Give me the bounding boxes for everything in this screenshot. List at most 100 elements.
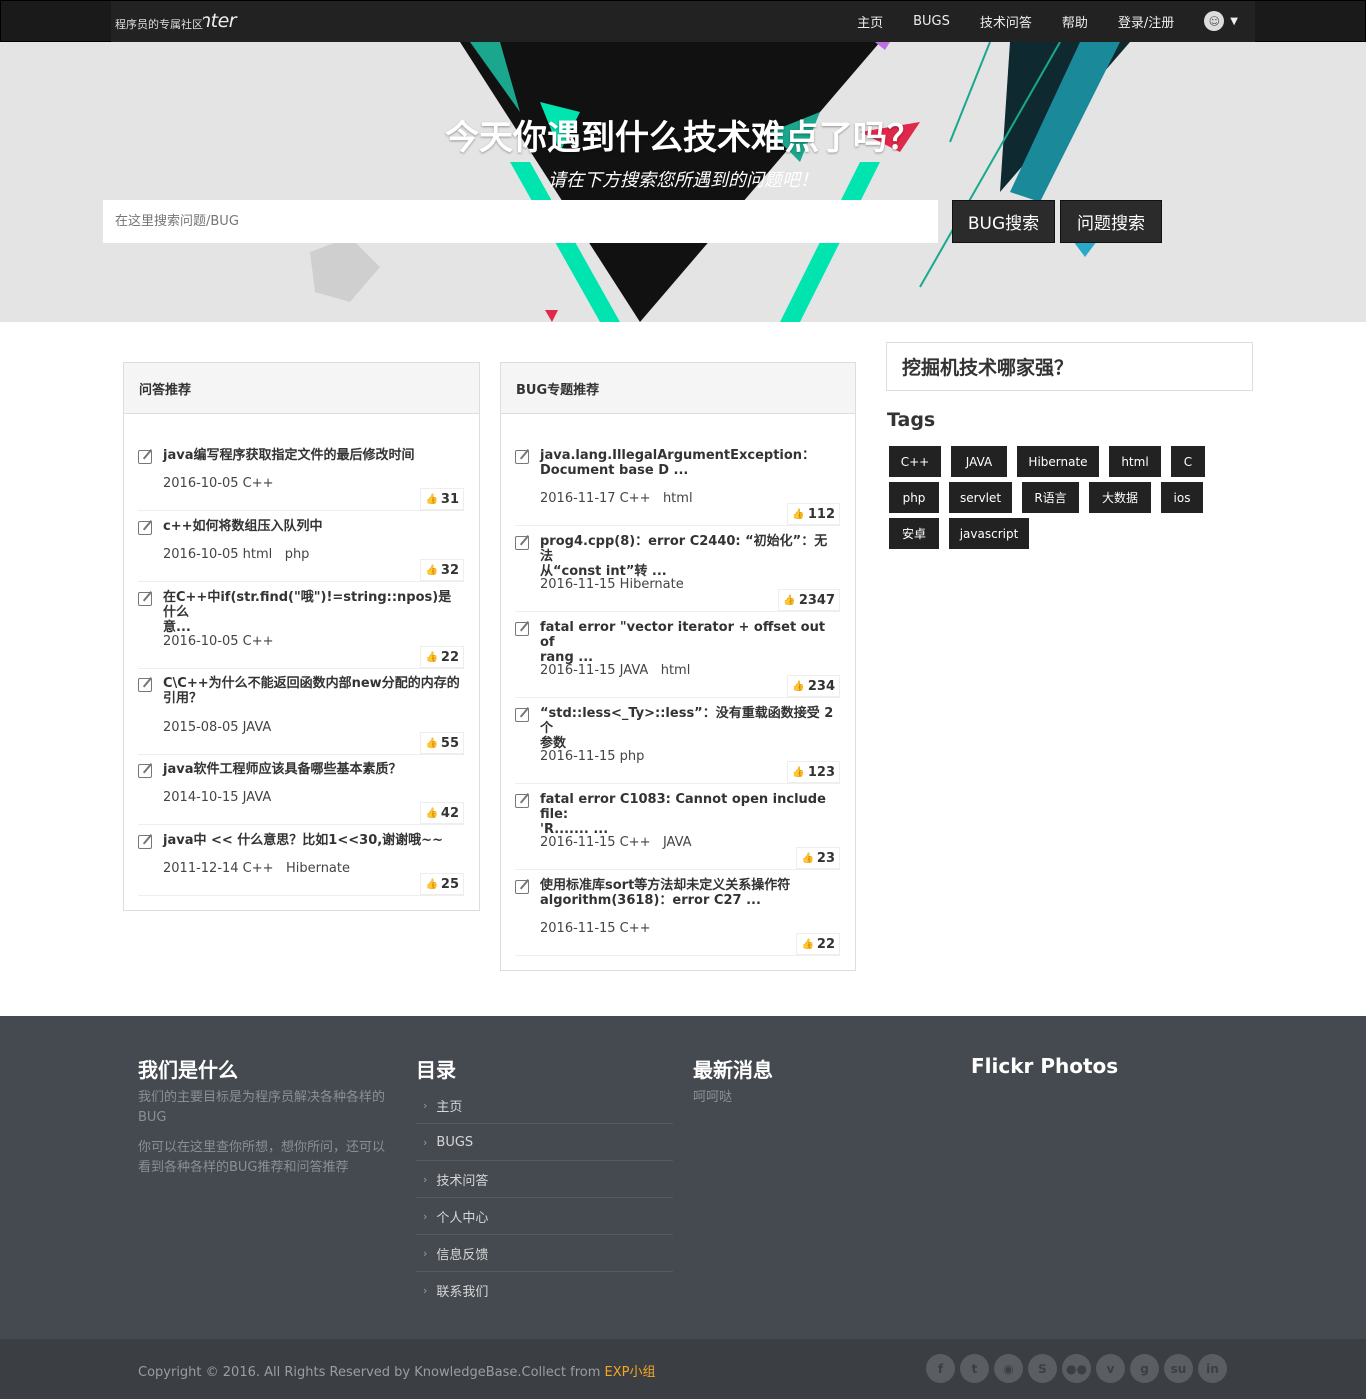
list-item[interactable]: 在C++中if(str.find("哦")!=string::npos)是什么意…	[138, 590, 464, 669]
thumbs-up-icon: 👍	[425, 493, 438, 505]
linkedin-icon[interactable]: in	[1198, 1354, 1227, 1383]
nav-help[interactable]: 帮助	[1062, 12, 1088, 31]
item-title[interactable]: C\C++为什么不能返回函数内部new分配的内存的 引用？	[163, 676, 460, 706]
item-title[interactable]: prog4.cpp(8)：error C2440: “初始化”：无法 从“cons…	[540, 534, 840, 579]
like-count[interactable]: 👍 42	[420, 802, 464, 824]
tag-php[interactable]: php	[889, 482, 939, 513]
item-title[interactable]: java中 << 什么意思？比如1<<30,谢谢哦~~	[163, 833, 443, 848]
edit-check-icon	[138, 521, 152, 535]
vimeo-icon[interactable]: v	[1096, 1354, 1125, 1383]
list-item[interactable]: “std::less<_Ty>::less”：没有重载函数接受 2 个参数 201…	[515, 706, 840, 784]
list-item[interactable]: C\C++为什么不能返回函数内部new分配的内存的 引用？ 2015-08-05 J…	[138, 676, 464, 755]
footer-link-label: BUGS	[436, 1134, 474, 1150]
like-count[interactable]: 👍 55	[420, 732, 464, 754]
like-count[interactable]: 👍 112	[787, 503, 840, 525]
user-avatar[interactable]: ☺	[1204, 11, 1225, 31]
item-title[interactable]: java.lang.IllegalArgumentException： Docum…	[540, 448, 815, 478]
like-count-value: 234	[807, 678, 835, 694]
list-item[interactable]: fatal error "vector iterator + offset ou…	[515, 620, 840, 698]
nav-home[interactable]: 主页	[857, 12, 883, 31]
flickr-icon[interactable]: ●●	[1062, 1354, 1091, 1383]
item-title-line1: prog4.cpp(8)：error C2440: “初始化”：无法	[540, 534, 828, 564]
list-item[interactable]: fatal error C1083: Cannot open include f…	[515, 792, 840, 870]
thumbs-up-icon: 👍	[792, 680, 805, 692]
tag-javascript[interactable]: javascript	[949, 518, 1029, 549]
google-plus-icon[interactable]: g	[1130, 1354, 1159, 1383]
tag-hibernate[interactable]: Hibernate	[1017, 446, 1099, 477]
nav-login[interactable]: 登录/注册	[1118, 12, 1174, 31]
footer-link-home[interactable]: › 主页	[416, 1087, 673, 1124]
tag-r[interactable]: R语言	[1022, 482, 1079, 513]
list-item[interactable]: java.lang.IllegalArgumentException： Docum…	[515, 448, 840, 526]
bug-search-button[interactable]: BUG搜索	[952, 200, 1055, 243]
item-title-line2: 意...	[163, 620, 191, 635]
item-title-line1: fatal error "vector iterator + offset ou…	[540, 620, 826, 650]
like-count-value: 25	[440, 876, 459, 892]
like-count[interactable]: 👍 31	[420, 488, 464, 510]
item-meta: 2016-11-15 C++ JAVA	[540, 835, 692, 850]
list-item[interactable]: prog4.cpp(8)：error C2440: “初始化”：无法 从“cons…	[515, 534, 840, 612]
item-title[interactable]: 在C++中if(str.find("哦")!=string::npos)是什么意…	[163, 590, 464, 635]
footer-link-feedback[interactable]: › 信息反馈	[416, 1235, 673, 1272]
tag-java[interactable]: JAVA	[951, 446, 1007, 477]
like-count[interactable]: 👍 234	[787, 675, 840, 697]
list-item[interactable]: java中 << 什么意思？比如1<<30,谢谢哦~~ 2011-12-14 C+…	[138, 833, 464, 896]
item-title-line1: fatal error C1083: Cannot open include f…	[540, 792, 826, 822]
twitter-icon[interactable]: t	[960, 1354, 989, 1383]
like-count-value: 2347	[798, 592, 835, 608]
list-item[interactable]: c++如何将数组压入队列中 2016-10-05 html php 👍 32	[138, 519, 464, 582]
tag-cpp[interactable]: C++	[889, 446, 941, 477]
facebook-icon[interactable]: f	[926, 1354, 955, 1383]
rss-icon[interactable]: ◉	[994, 1354, 1023, 1383]
item-title[interactable]: “std::less<_Ty>::less”：没有重载函数接受 2 个参数	[540, 706, 840, 751]
item-title-line1: 使用标准库sort等方法却未定义关系操作符	[540, 878, 791, 893]
item-title-line1: C\C++为什么不能返回函数内部new分配的内存的	[163, 676, 460, 691]
tag-android[interactable]: 安卓	[889, 518, 939, 549]
like-count[interactable]: 👍 22	[420, 646, 464, 668]
tag-bigdata[interactable]: 大数据	[1089, 482, 1151, 513]
like-count[interactable]: 👍 32	[420, 559, 464, 581]
footer-flickr-heading: Flickr Photos	[971, 1054, 1119, 1078]
list-item[interactable]: java编写程序获取指定文件的最后修改时间 2016-10-05 C++ 👍 31	[138, 448, 464, 511]
item-title[interactable]: java软件工程师应该具备哪些基本素质？	[163, 762, 401, 777]
item-title[interactable]: c++如何将数组压入队列中	[163, 519, 323, 534]
skype-icon[interactable]: S	[1028, 1354, 1057, 1383]
edit-check-icon	[515, 450, 529, 464]
like-count[interactable]: 👍 25	[420, 873, 464, 895]
hero-title: 今天你遇到什么技术难点了吗？	[445, 118, 921, 158]
tag-servlet[interactable]: servlet	[949, 482, 1012, 513]
like-count[interactable]: 👍 22	[796, 933, 840, 955]
item-title-line2: algorithm(3618)：error C27 ...	[540, 893, 761, 908]
copyright-brand-link[interactable]: EXP小组	[605, 1365, 656, 1380]
qa-panel-title: 问答推荐	[124, 363, 479, 414]
item-title[interactable]: fatal error C1083: Cannot open include f…	[540, 792, 840, 837]
footer-link-profile[interactable]: › 个人中心	[416, 1198, 673, 1235]
tag-ios[interactable]: ios	[1161, 482, 1203, 513]
tag-c[interactable]: C	[1171, 446, 1205, 477]
item-title[interactable]: fatal error "vector iterator + offset ou…	[540, 620, 840, 665]
like-count[interactable]: 👍 23	[796, 847, 840, 869]
like-count[interactable]: 👍 2347	[778, 589, 840, 611]
like-count-value: 42	[440, 805, 459, 821]
item-title-line1: java编写程序获取指定文件的最后修改时间	[163, 448, 415, 463]
tag-html[interactable]: html	[1109, 446, 1161, 477]
logo[interactable]: nullpointer 程序员的专属社区	[113, 6, 237, 40]
like-count[interactable]: 👍 123	[787, 761, 840, 783]
hero-banner: 今天你遇到什么技术难点了吗？ 请在下方搜索您所遇到的问题吧！ BUG搜索 问题搜…	[0, 42, 1366, 322]
item-title[interactable]: 使用标准库sort等方法却未定义关系操作符 algorithm(3618)：err…	[540, 878, 790, 908]
search-input[interactable]	[103, 200, 938, 243]
footer-link-contact[interactable]: › 联系我们	[416, 1272, 673, 1309]
question-search-button[interactable]: 问题搜索	[1060, 200, 1162, 243]
footer-link-qa[interactable]: › 技术问答	[416, 1161, 673, 1198]
nav-bugs[interactable]: BUGS	[913, 14, 950, 29]
stumbleupon-icon[interactable]: su	[1164, 1354, 1193, 1383]
footer-about-heading: 我们是什么	[138, 1058, 238, 1082]
footer-link-label: 信息反馈	[436, 1247, 489, 1263]
nav-qa[interactable]: 技术问答	[980, 12, 1032, 31]
list-item[interactable]: java软件工程师应该具备哪些基本素质？ 2014-10-15 JAVA 👍 42	[138, 762, 464, 825]
item-title[interactable]: java编写程序获取指定文件的最后修改时间	[163, 448, 414, 463]
list-item[interactable]: 使用标准库sort等方法却未定义关系操作符 algorithm(3618)：err…	[515, 878, 840, 956]
sidebar-question[interactable]: 挖掘机技术哪家强？	[886, 342, 1253, 391]
chevron-down-icon[interactable]: ▼	[1230, 16, 1238, 27]
footer-link-bugs[interactable]: › BUGS	[416, 1124, 673, 1161]
